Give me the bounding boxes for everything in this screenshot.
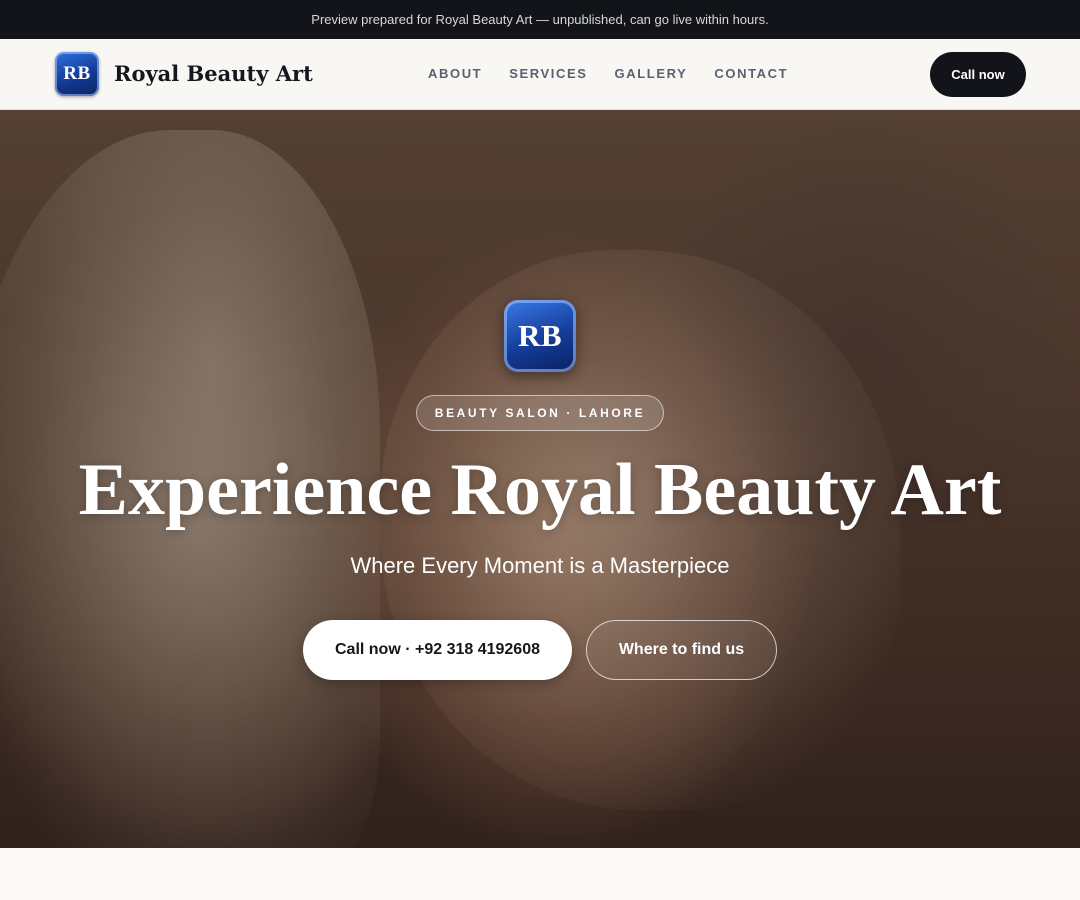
main-nav: ABOUT SERVICES GALLERY CONTACT bbox=[428, 66, 788, 81]
hero-logo-text: RB bbox=[517, 318, 563, 353]
nav-link-contact[interactable]: CONTACT bbox=[714, 66, 788, 81]
nav-link-gallery[interactable]: GALLERY bbox=[615, 66, 688, 81]
hero-section: RB BEAUTY SALON · LAHORE Experience Roya… bbox=[0, 110, 1080, 848]
nav-link-services[interactable]: SERVICES bbox=[509, 66, 587, 81]
header-call-now-button[interactable]: Call now bbox=[930, 52, 1026, 97]
brand-name[interactable]: Royal Beauty Art bbox=[114, 61, 313, 86]
preview-banner: Preview prepared for Royal Beauty Art — … bbox=[0, 0, 1080, 39]
hero-subtitle: Where Every Moment is a Masterpiece bbox=[350, 553, 730, 578]
hero-badge: BEAUTY SALON · LAHORE bbox=[416, 395, 664, 431]
hero-title: Experience Royal Beauty Art bbox=[78, 449, 1002, 531]
hero-logo: RB bbox=[504, 300, 576, 372]
brand-logo[interactable]: RB bbox=[55, 52, 99, 96]
next-section-area bbox=[0, 848, 1080, 900]
hero-call-button[interactable]: Call now · +92 318 4192608 bbox=[303, 620, 572, 680]
preview-banner-text: Preview prepared for Royal Beauty Art — … bbox=[311, 12, 769, 27]
brand-logo-text: RB bbox=[63, 63, 91, 84]
site-header: RB Royal Beauty Art ABOUT SERVICES GALLE… bbox=[0, 39, 1080, 110]
hero-location-button[interactable]: Where to find us bbox=[586, 620, 777, 680]
nav-link-about[interactable]: ABOUT bbox=[428, 66, 482, 81]
